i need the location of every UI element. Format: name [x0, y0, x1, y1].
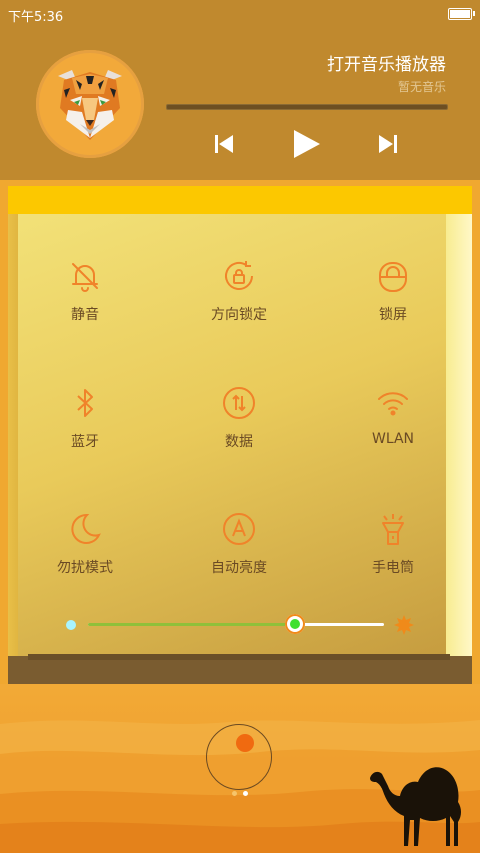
tile-label: 方向锁定 [211, 307, 267, 323]
album-art[interactable] [36, 50, 144, 158]
previous-button[interactable] [212, 132, 236, 160]
tile-mobile-data[interactable]: 数据 [179, 385, 299, 451]
flashlight-icon [382, 514, 404, 545]
tile-label: 勿扰模式 [57, 560, 113, 576]
rotation-lock-icon [225, 261, 253, 290]
brightness-slider-fill [88, 623, 296, 626]
music-subtitle: 暂无音乐 [397, 80, 446, 94]
battery-icon [448, 8, 475, 20]
tile-label: 手电筒 [372, 560, 414, 576]
brightness-slider[interactable] [88, 623, 384, 626]
status-time: 下午5:36 [8, 10, 64, 25]
page-dot-active[interactable] [243, 791, 248, 796]
brightness-low-icon [66, 620, 76, 630]
skip-previous-icon [215, 135, 233, 153]
tile-bluetooth[interactable]: 蓝牙 [25, 385, 145, 451]
tile-auto-brightness[interactable]: 自动亮度 [179, 511, 299, 577]
tile-lock-screen[interactable]: 锁屏 [333, 258, 453, 324]
brightness-high-icon [394, 615, 414, 635]
mobile-data-icon [223, 387, 255, 419]
music-progress-bar[interactable] [166, 104, 448, 110]
auto-brightness-icon [223, 513, 255, 545]
play-icon [294, 130, 320, 158]
tile-mute[interactable]: 静音 [25, 258, 145, 324]
page-dot[interactable] [232, 791, 237, 796]
music-widget: 打开音乐播放器 暂无音乐 [0, 28, 480, 180]
desert-wallpaper [0, 684, 480, 853]
tile-label: 锁屏 [379, 307, 407, 323]
tile-label: 数据 [225, 434, 253, 450]
status-bar: 下午5:36 [0, 0, 480, 28]
play-button[interactable] [292, 128, 322, 164]
wifi-icon [378, 392, 408, 416]
tile-label: 蓝牙 [71, 434, 99, 450]
home-indicator-dot [236, 734, 254, 752]
next-button[interactable] [376, 132, 400, 160]
tile-label: WLAN [371, 431, 414, 447]
home-button[interactable] [206, 724, 272, 790]
camel-silhouette [370, 767, 461, 846]
tile-label: 自动亮度 [211, 560, 267, 576]
tile-wlan[interactable]: WLAN [333, 385, 453, 447]
tile-rotation-lock[interactable]: 方向锁定 [179, 258, 299, 324]
bell-off-icon [72, 263, 98, 292]
bluetooth-icon [77, 389, 93, 417]
skip-next-icon [379, 135, 397, 153]
tile-flashlight[interactable]: 手电筒 [333, 511, 453, 577]
lock-icon [379, 262, 407, 292]
tile-do-not-disturb[interactable]: 勿扰模式 [25, 511, 145, 577]
music-title[interactable]: 打开音乐播放器 [327, 50, 446, 75]
tile-label: 静音 [71, 307, 99, 323]
tiger-icon [58, 70, 122, 140]
moon-icon [71, 513, 101, 544]
